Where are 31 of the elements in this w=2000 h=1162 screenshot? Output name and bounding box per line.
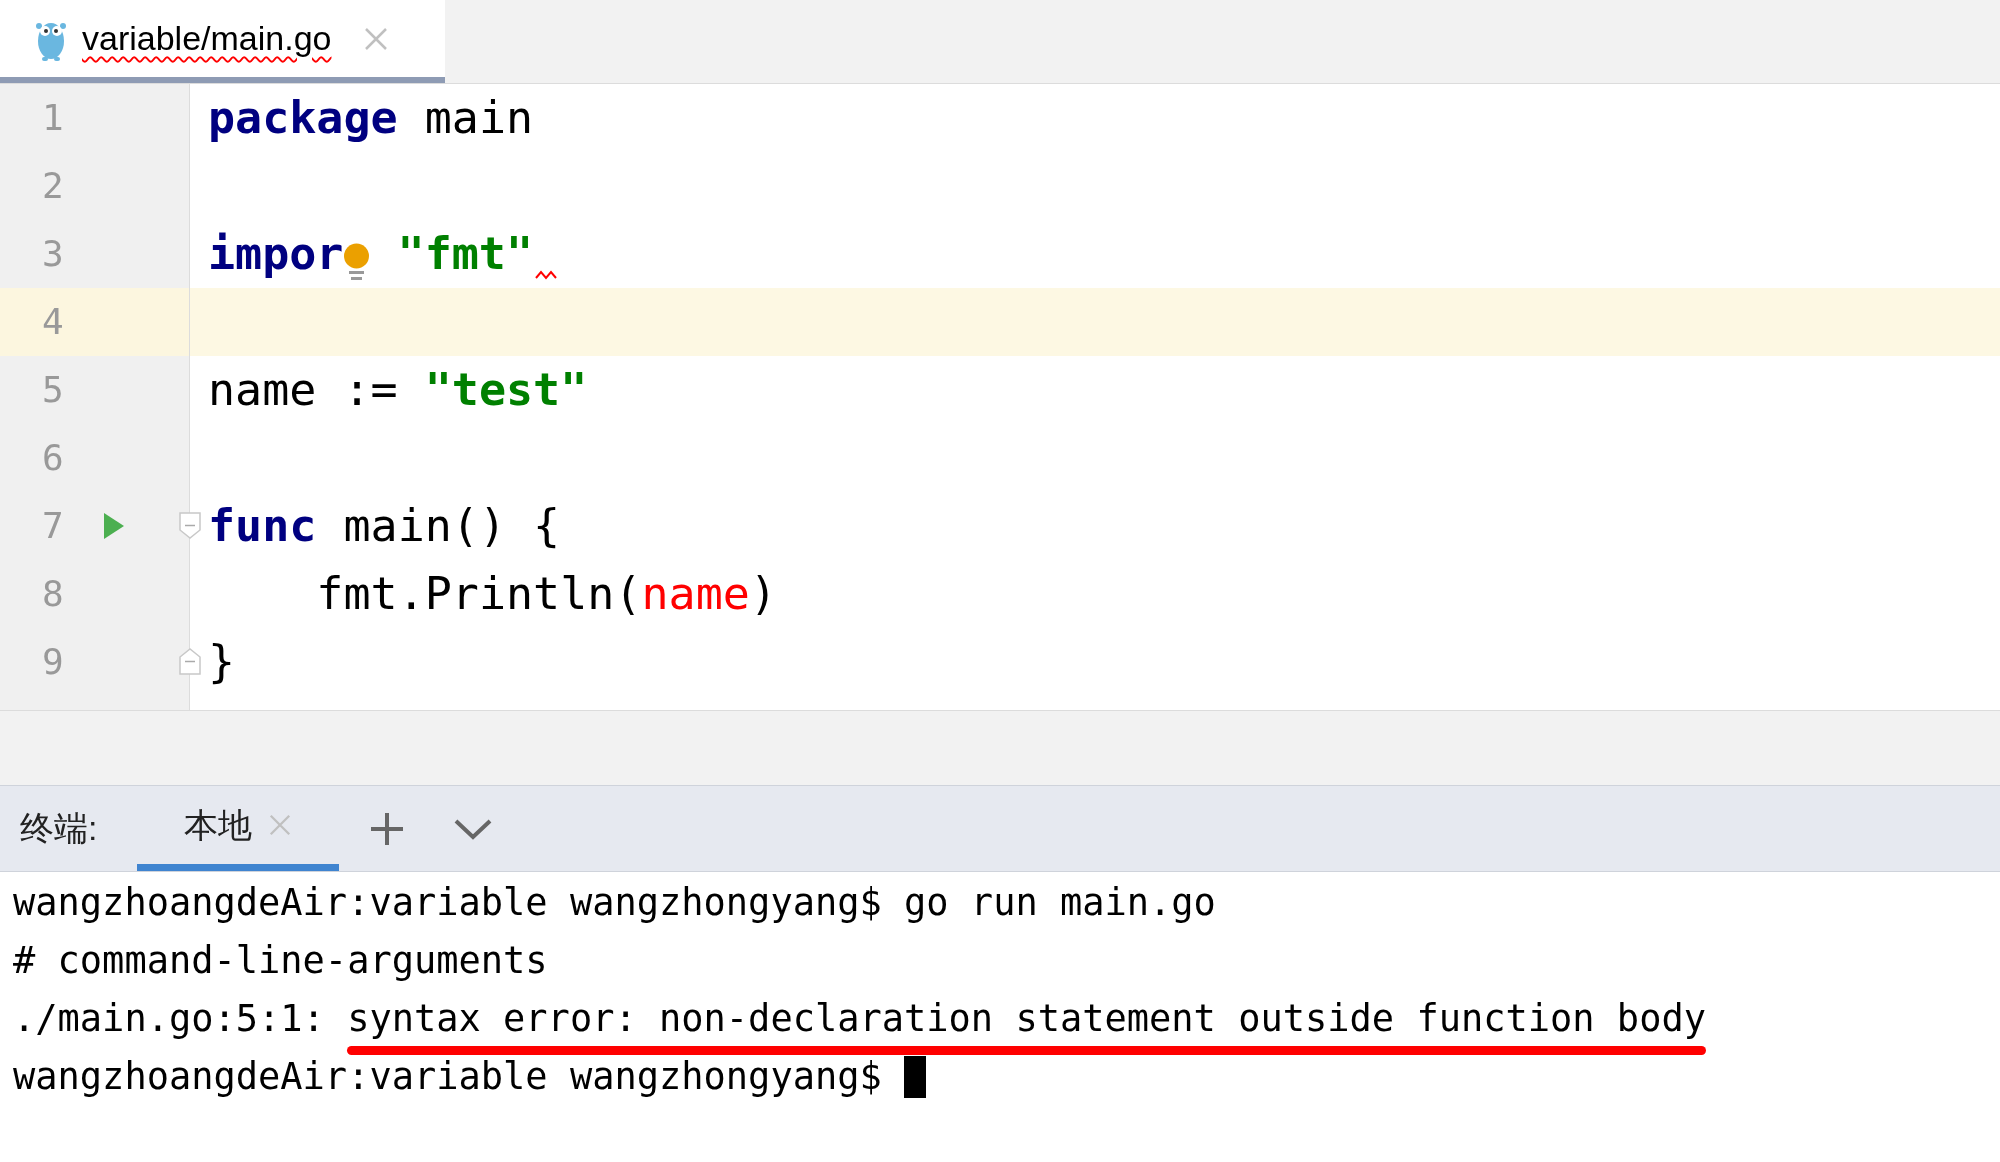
line-number: 5 xyxy=(42,368,64,412)
fold-icon[interactable] xyxy=(179,512,201,539)
editor-tab[interactable]: variable/main.go xyxy=(0,0,445,83)
code-text: impor xyxy=(208,226,344,283)
terminal-text: ./main.go:5:1: xyxy=(13,997,326,1041)
terminal-text: syntax error: non-declaration statement outside function body xyxy=(347,997,1706,1041)
line-number: 8 xyxy=(42,572,64,616)
terminal-text: wangzhoangdeAir:variable wangzhongyang$ xyxy=(13,1055,883,1099)
close-icon[interactable] xyxy=(268,813,293,837)
code-text: name := "test" xyxy=(208,362,588,419)
code-text: fmt.Println(name) xyxy=(315,566,777,623)
run-icon[interactable] xyxy=(103,512,125,540)
terminal-text: # command-line-arguments xyxy=(13,939,548,983)
line-number: 9 xyxy=(42,640,64,684)
code-text: "fmt" xyxy=(396,226,534,283)
line-number: 4 xyxy=(42,300,64,344)
line-number: 6 xyxy=(42,436,64,480)
line-number: 2 xyxy=(42,164,64,208)
code-text: package main xyxy=(208,90,534,147)
terminal-tab[interactable]: 本地 xyxy=(137,786,340,871)
code-text: } xyxy=(208,634,236,691)
line-number: 1 xyxy=(42,96,64,140)
line-number: 3 xyxy=(42,232,64,276)
add-icon[interactable] xyxy=(369,810,406,847)
terminal-label: 终端: xyxy=(20,808,98,849)
lightbulb-icon[interactable] xyxy=(343,243,371,281)
terminal-text: wangzhoangdeAir:variable wangzhongyang$ go run main.go xyxy=(13,881,1216,925)
line-number: 7 xyxy=(42,504,64,548)
fold-icon[interactable] xyxy=(179,648,201,675)
close-icon[interactable] xyxy=(363,25,390,52)
code-text: func main() { xyxy=(208,498,561,555)
